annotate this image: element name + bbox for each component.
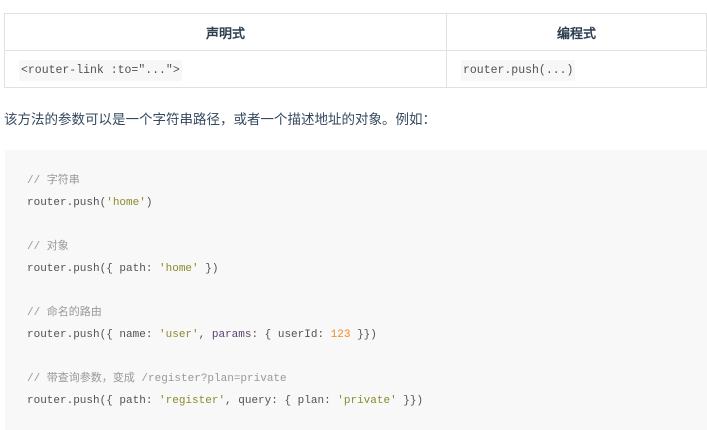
code-token: router.push({ name: <box>27 329 160 341</box>
code-token: // 带查询参数，变成 /register?plan=private <box>27 373 287 385</box>
code-token: , query: { plan: <box>225 395 338 407</box>
code-token: // 字符串 <box>27 175 80 187</box>
code-token: 'user' <box>159 329 199 341</box>
code-block: // 字符串 router.push('home')// 对象 router.pus… <box>5 150 707 430</box>
code-line: router.push({ name: 'user', params: { us… <box>27 324 423 346</box>
code-line: // 字符串 <box>27 170 423 192</box>
code-token: }}) <box>396 395 424 407</box>
description-paragraph: 该方法的参数可以是一个字符串路径，或者一个描述地址的对象。例如： <box>4 112 436 128</box>
comparison-table: 声明式 编程式 <router-link :to="..."> router.pus… <box>4 13 707 88</box>
code-line: router.push({ path: 'home' }) <box>27 258 423 280</box>
code-token: 123 <box>330 329 351 341</box>
code-token: router.push( <box>27 197 107 209</box>
code-token: }}) <box>350 329 377 341</box>
header-declarative: 声明式 <box>4 13 447 51</box>
code-token: 'home' <box>106 197 146 209</box>
code-token: // 对象 <box>27 241 69 253</box>
code-token: 'register' <box>159 395 226 407</box>
code-token: // 命名的路由 <box>27 307 102 319</box>
code-token: ) <box>145 197 153 209</box>
code-token: 'home' <box>159 263 199 275</box>
code-token: router.push({ path: <box>27 395 160 407</box>
header-programmatic: 编程式 <box>446 13 707 51</box>
router-push-code: router.push(...) <box>461 59 576 81</box>
code-line: // 命名的路由 <box>27 302 423 324</box>
code-lines: // 字符串 router.push('home')// 对象 router.pus… <box>27 170 423 412</box>
code-token: : { userId: <box>251 329 331 341</box>
code-token: 'private' <box>337 395 397 407</box>
router-link-code: <router-link :to="..."> <box>19 59 182 81</box>
code-token: , <box>198 329 212 341</box>
code-token: params <box>211 329 252 341</box>
code-token: router.push({ path: <box>27 263 160 275</box>
code-line: router.push('home') <box>27 192 423 214</box>
code-line: // 对象 <box>27 236 423 258</box>
code-line: // 带查询参数，变成 /register?plan=private <box>27 368 423 390</box>
code-line: router.push({ path: 'register', query: {… <box>27 390 423 412</box>
code-token: }) <box>198 263 219 275</box>
